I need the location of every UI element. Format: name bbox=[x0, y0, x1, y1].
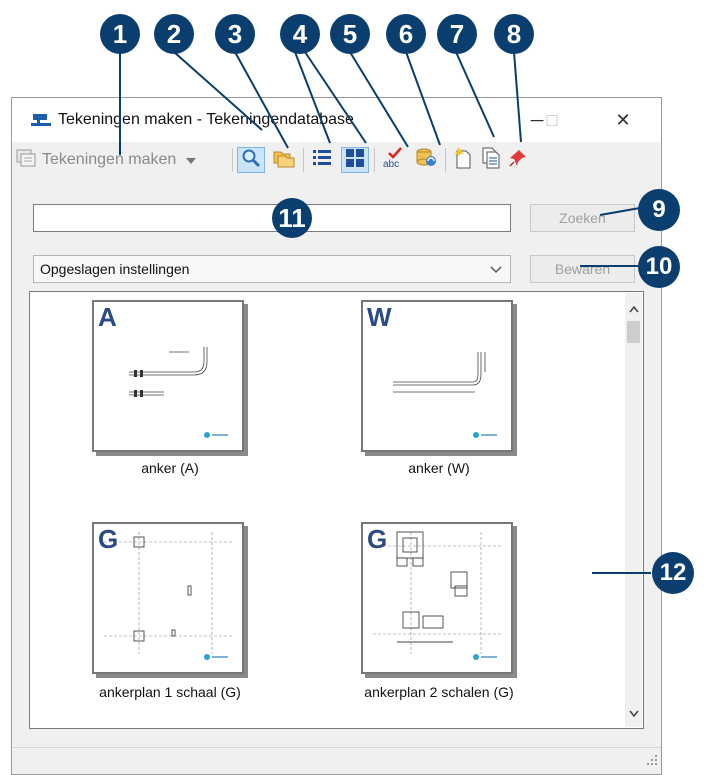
resize-grip-icon[interactable] bbox=[646, 753, 658, 771]
callout-4: 4 bbox=[280, 14, 320, 54]
thumbnail-view-button[interactable] bbox=[341, 147, 369, 173]
saved-settings-value: Opgeslagen instellingen bbox=[40, 261, 190, 277]
drawing-thumbnail: W bbox=[361, 300, 513, 452]
list-item[interactable]: G ankerplan 1 schaal (G) bbox=[70, 522, 270, 707]
callout-5: 5 bbox=[330, 14, 370, 54]
callout-3: 3 bbox=[215, 14, 255, 54]
pin-button[interactable] bbox=[506, 147, 530, 173]
search-button[interactable]: Zoeken bbox=[530, 204, 635, 232]
pin-icon bbox=[509, 149, 527, 172]
callout-8: 8 bbox=[494, 14, 534, 54]
toolbar-separator bbox=[303, 148, 304, 172]
callout-6: 6 bbox=[386, 14, 426, 54]
drawing-database-window: Tekeningen maken - Tekeningendatabase ─ … bbox=[11, 97, 662, 775]
scroll-up-button[interactable] bbox=[626, 300, 641, 317]
new-drawing-button[interactable] bbox=[450, 146, 476, 174]
copy-drawing-icon bbox=[481, 147, 501, 174]
drawing-thumbnail: G bbox=[92, 522, 244, 674]
drawing-type-letter: G bbox=[367, 524, 388, 554]
chevron-down-icon bbox=[186, 151, 197, 169]
chevron-up-icon bbox=[628, 300, 639, 318]
search-icon bbox=[241, 148, 261, 173]
drawing-caption: ankerplan 1 schaal (G) bbox=[99, 684, 241, 700]
folders-button[interactable] bbox=[270, 147, 298, 173]
app-icon bbox=[31, 112, 51, 133]
mode-label: Tekeningen maken bbox=[42, 151, 177, 168]
mode-dropdown[interactable]: Tekeningen maken bbox=[16, 147, 228, 173]
spellcheck-icon: abc bbox=[382, 146, 406, 174]
callout-12: 12 bbox=[652, 552, 694, 594]
scroll-down-button[interactable] bbox=[626, 704, 641, 721]
title-bar: Tekeningen maken - Tekeningendatabase ─ … bbox=[12, 98, 661, 142]
callout-9: 9 bbox=[638, 189, 680, 231]
chevron-down-icon bbox=[490, 262, 502, 278]
database-update-button[interactable] bbox=[412, 147, 440, 173]
save-button[interactable]: Bewaren bbox=[530, 255, 635, 283]
list-view-icon bbox=[312, 148, 332, 173]
spellcheck-button[interactable]: abc bbox=[380, 146, 408, 174]
saved-settings-select[interactable]: Opgeslagen instellingen bbox=[33, 255, 511, 283]
toolbar-separator bbox=[445, 148, 446, 172]
list-view-button[interactable] bbox=[308, 147, 336, 173]
callout-2: 2 bbox=[154, 14, 194, 54]
maximize-button[interactable]: □ bbox=[537, 107, 567, 133]
drawing-thumbnail: A bbox=[92, 300, 244, 452]
toolbar-separator bbox=[374, 148, 375, 172]
callout-10: 10 bbox=[638, 246, 680, 288]
thumbnail-view-icon bbox=[345, 148, 365, 173]
status-bar bbox=[12, 747, 661, 774]
list-item[interactable]: G ankerplan 2 schalen (G) bbox=[339, 522, 539, 707]
drawing-caption: anker (A) bbox=[141, 460, 199, 476]
callout-1: 1 bbox=[100, 14, 140, 54]
chevron-down-icon bbox=[628, 704, 639, 722]
drawing-type-letter: W bbox=[367, 302, 392, 332]
drawing-mode-icon bbox=[16, 149, 36, 172]
drawing-thumbnail: G bbox=[361, 522, 513, 674]
folders-icon bbox=[273, 148, 295, 173]
search-button[interactable] bbox=[237, 147, 265, 173]
drawing-caption: anker (W) bbox=[408, 460, 470, 476]
drawing-caption: ankerplan 2 schalen (G) bbox=[364, 684, 514, 700]
svg-text:abc: abc bbox=[383, 159, 399, 169]
new-drawing-icon bbox=[453, 146, 473, 174]
callout-7: 7 bbox=[437, 14, 477, 54]
scrollbar-thumb[interactable] bbox=[627, 321, 640, 343]
list-item[interactable]: A anker (A) bbox=[70, 300, 270, 480]
list-item[interactable]: W anker (W) bbox=[339, 300, 539, 480]
window-title: Tekeningen maken - Tekeningendatabase bbox=[58, 111, 354, 128]
callout-11: 11 bbox=[272, 198, 312, 238]
close-button[interactable]: ✕ bbox=[608, 107, 638, 133]
database-update-icon bbox=[415, 148, 437, 173]
copy-drawing-button[interactable] bbox=[478, 147, 504, 173]
drawing-type-letter: G bbox=[98, 524, 119, 554]
drawing-type-letter: A bbox=[98, 302, 117, 332]
drawing-gallery: A anker (A) W anker (W) G ankerplan 1 sc… bbox=[29, 291, 644, 729]
toolbar: Tekeningen maken abc bbox=[12, 142, 661, 178]
toolbar-separator bbox=[232, 148, 233, 172]
vertical-scrollbar[interactable] bbox=[625, 293, 642, 727]
